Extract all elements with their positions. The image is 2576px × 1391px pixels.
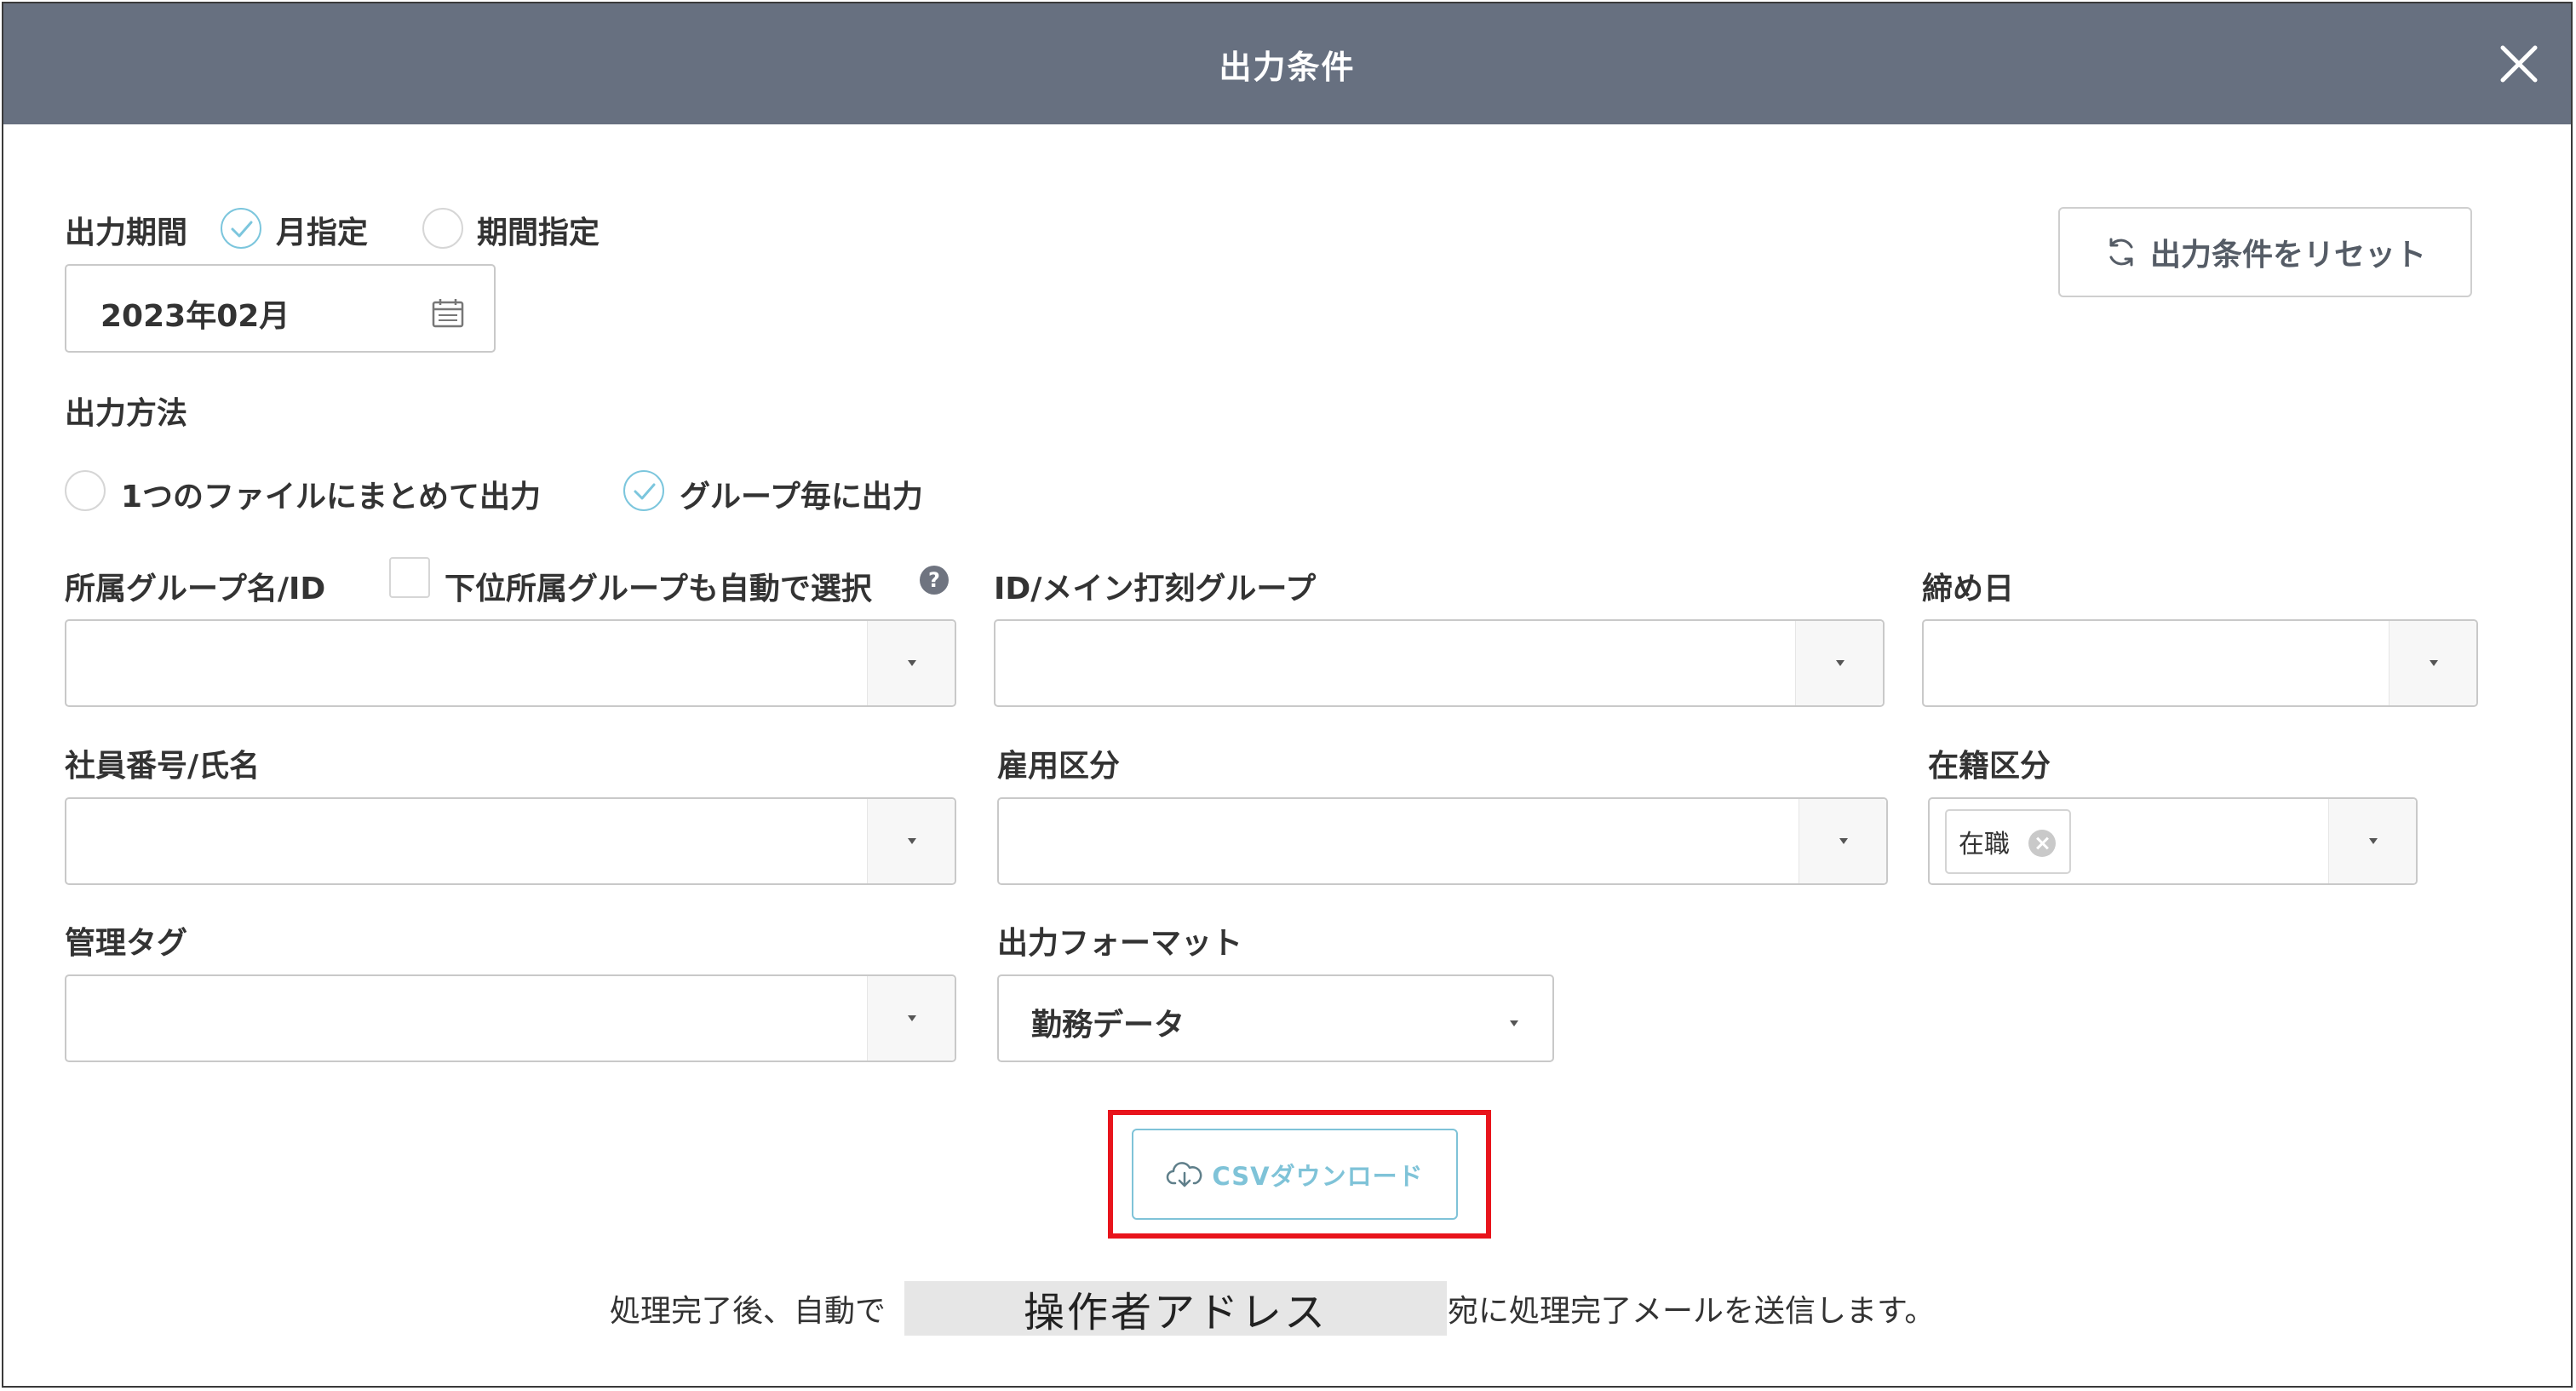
status-tag-label: 在職 <box>1959 830 2010 859</box>
period-range-label[interactable]: 期間指定 <box>477 208 600 252</box>
close-icon <box>2500 45 2538 83</box>
main-stamp-group-label: ID/メイン打刻グループ <box>994 572 1317 606</box>
chevron-down-icon <box>908 660 916 666</box>
period-label: 出力期間 <box>65 216 188 250</box>
method-label: 出力方法 <box>65 396 188 431</box>
reset-conditions-button[interactable]: 出力条件をリセット <box>2058 207 2472 297</box>
closing-day-label: 締め日 <box>1922 572 2015 606</box>
period-range-radio[interactable] <box>422 208 463 249</box>
group-label: 所属グループ名/ID <box>65 572 326 606</box>
chevron-down-icon <box>2430 660 2438 666</box>
month-picker-input[interactable]: 2023年02月 <box>65 264 496 353</box>
status-label: 在籍区分 <box>1928 749 2051 784</box>
method-per-group-radio[interactable] <box>623 470 664 511</box>
chevron-down-icon <box>908 1015 916 1021</box>
reset-button-label: 出力条件をリセット <box>2149 238 2426 273</box>
period-month-label[interactable]: 月指定 <box>276 208 368 252</box>
method-per-group-label[interactable]: グループ毎に出力 <box>680 472 923 516</box>
chevron-down-icon <box>1836 660 1845 666</box>
employment-type-label: 雇用区分 <box>997 749 1121 784</box>
close-button[interactable] <box>2486 31 2552 97</box>
employee-label: 社員番号/氏名 <box>65 749 261 784</box>
employment-type-select[interactable] <box>997 797 1888 885</box>
sub-group-checkbox[interactable] <box>389 557 430 598</box>
management-tag-dropdown[interactable] <box>867 976 955 1060</box>
cloud-download-icon <box>1167 1161 1202 1187</box>
method-single-file-radio[interactable] <box>65 470 106 511</box>
format-select[interactable]: 勤務データ <box>997 974 1554 1062</box>
chevron-down-icon <box>908 838 916 844</box>
status-tag: 在職 <box>1945 809 2071 874</box>
remove-tag-icon[interactable] <box>2028 830 2056 857</box>
group-select-dropdown[interactable] <box>867 621 955 705</box>
csv-download-button[interactable]: CSVダウンロード <box>1132 1129 1458 1220</box>
masked-operator-address: 操作者アドレス <box>904 1281 1447 1336</box>
main-stamp-group-dropdown[interactable] <box>1795 621 1883 705</box>
csv-download-label: CSVダウンロード <box>1212 1161 1424 1191</box>
help-icon[interactable]: ? <box>920 566 949 595</box>
management-tag-label: 管理タグ <box>65 926 188 961</box>
employee-select[interactable] <box>65 797 956 885</box>
check-icon <box>231 221 253 238</box>
check-icon <box>634 483 656 500</box>
sub-group-checkbox-label[interactable]: 下位所属グループも自動で選択 <box>445 564 872 608</box>
closing-day-select[interactable] <box>1922 619 2478 707</box>
period-month-radio[interactable] <box>221 208 261 249</box>
status-dropdown[interactable] <box>2328 799 2416 883</box>
month-value: 2023年02月 <box>100 299 290 334</box>
employment-type-dropdown[interactable] <box>1799 799 1886 883</box>
calendar-icon[interactable] <box>431 298 465 329</box>
chevron-down-icon <box>2369 838 2378 844</box>
footer-text-after: 宛に処理完了メールを送信します。 <box>1448 1294 1936 1329</box>
closing-day-dropdown[interactable] <box>2389 621 2476 705</box>
chevron-down-icon <box>1839 838 1848 844</box>
format-label: 出力フォーマット <box>997 926 1243 961</box>
management-tag-select[interactable] <box>65 974 956 1062</box>
format-value: 勤務データ <box>1031 1008 1185 1043</box>
refresh-icon <box>2109 238 2133 267</box>
footer-text-before: 処理完了後、自動で <box>610 1294 886 1329</box>
status-select[interactable]: 在職 <box>1928 797 2418 885</box>
employee-dropdown[interactable] <box>867 799 955 883</box>
dialog-title: 出力条件 <box>1219 48 1356 86</box>
chevron-down-icon <box>1510 1020 1518 1026</box>
output-conditions-dialog: 出力条件 出力期間 月指定 期間指定 2023年02月 出力条件をリセット 出力… <box>2 2 2573 1388</box>
group-select[interactable] <box>65 619 956 707</box>
dialog-header: 出力条件 <box>3 3 2571 124</box>
main-stamp-group-select[interactable] <box>994 619 1885 707</box>
method-single-file-label[interactable]: 1つのファイルにまとめて出力 <box>121 472 541 516</box>
